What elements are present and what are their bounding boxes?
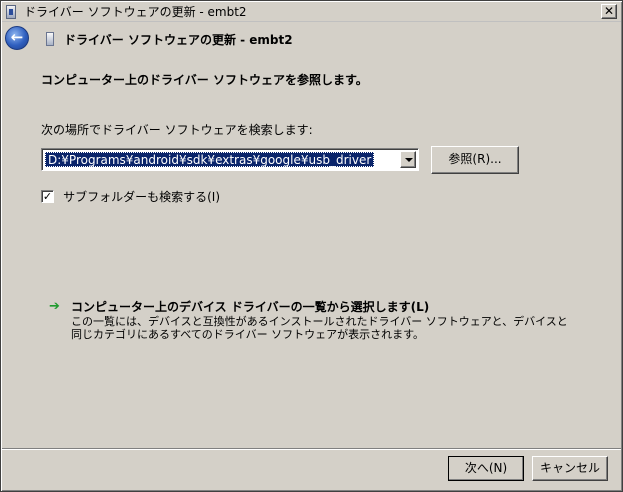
- green-arrow-icon: ➔: [49, 299, 60, 314]
- pick-from-list-link[interactable]: コンピューター上のデバイス ドライバーの一覧から選択します(L): [71, 298, 429, 315]
- wizard-header: ← ドライバー ソフトウェアの更新 - embt2: [2, 23, 621, 53]
- back-arrow-icon: ←: [10, 28, 24, 46]
- header-title: ドライバー ソフトウェアの更新 - embt2: [64, 33, 293, 47]
- device-icon: [46, 32, 54, 46]
- footer-divider: [2, 448, 621, 450]
- wizard-content: コンピューター上のドライバー ソフトウェアを参照します。 次の場所でドライバー …: [19, 55, 604, 445]
- window-title: ドライバー ソフトウェアの更新 - embt2: [24, 5, 247, 19]
- device-manager-icon: [6, 5, 16, 19]
- pick-from-list-description: この一覧には、デバイスと互換性があるインストールされたドライバー ソフトウェアと…: [71, 315, 568, 341]
- include-subfolders-label[interactable]: サブフォルダーも検索する(I): [63, 188, 220, 205]
- include-subfolders-checkbox[interactable]: ✓: [41, 190, 54, 203]
- driver-path-input[interactable]: D:¥Programs¥android¥sdk¥extras¥google¥us…: [45, 152, 375, 167]
- chevron-down-icon[interactable]: [400, 151, 416, 168]
- next-button[interactable]: 次へ(N): [448, 456, 524, 481]
- title-bar[interactable]: ドライバー ソフトウェアの更新 - embt2 ✕: [2, 2, 621, 22]
- browse-button[interactable]: 参照(R)...: [431, 146, 519, 174]
- driver-path-combobox[interactable]: D:¥Programs¥android¥sdk¥extras¥google¥us…: [41, 148, 419, 171]
- driver-update-dialog: ドライバー ソフトウェアの更新 - embt2 ✕ ← ドライバー ソフトウェア…: [0, 0, 623, 492]
- close-icon: ✕: [603, 4, 615, 18]
- include-subfolders-option[interactable]: ✓ サブフォルダーも検索する(I): [41, 186, 220, 205]
- back-button[interactable]: ←: [5, 26, 29, 50]
- cancel-button[interactable]: キャンセル: [532, 456, 608, 481]
- close-button[interactable]: ✕: [601, 4, 617, 19]
- search-location-label: 次の場所でドライバー ソフトウェアを検索します:: [41, 123, 313, 137]
- page-heading: コンピューター上のドライバー ソフトウェアを参照します。: [41, 73, 368, 87]
